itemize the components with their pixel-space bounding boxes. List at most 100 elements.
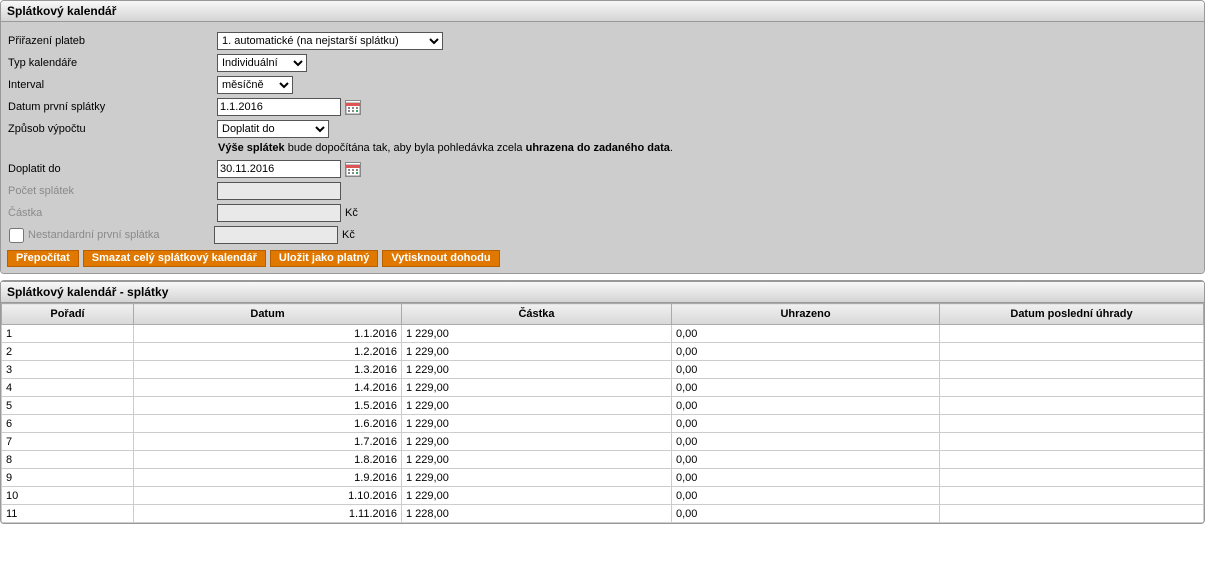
- cell-date: 1.1.2016: [134, 325, 402, 343]
- calendar-icon[interactable]: [345, 100, 361, 115]
- cell-paid: 0,00: [672, 361, 940, 379]
- nonstandard-first-amount-input: [214, 226, 338, 244]
- cell-order: 5: [2, 397, 134, 415]
- row-payment-assignment: Přiřazení plateb 1. automatické (na nejs…: [7, 32, 1198, 50]
- panel-body: Přiřazení plateb 1. automatické (na nejs…: [1, 22, 1204, 273]
- currency-unit: Kč: [345, 207, 358, 219]
- cell-amount: 1 229,00: [402, 325, 672, 343]
- delete-schedule-button[interactable]: Smazat celý splátkový kalendář: [83, 250, 266, 267]
- cell-order: 3: [2, 361, 134, 379]
- row-nonstandard-first: Nestandardní první splátka Kč: [7, 226, 1198, 244]
- button-bar: Přepočítat Smazat celý splátkový kalendá…: [7, 250, 1198, 267]
- cell-date: 1.4.2016: [134, 379, 402, 397]
- interval-select[interactable]: měsíčně: [217, 76, 293, 94]
- cell-lastpay: [940, 415, 1204, 433]
- cell-amount: 1 228,00: [402, 505, 672, 523]
- cell-lastpay: [940, 433, 1204, 451]
- cell-paid: 0,00: [672, 505, 940, 523]
- cell-order: 4: [2, 379, 134, 397]
- nonstandard-first-checkbox[interactable]: [9, 228, 24, 243]
- cell-lastpay: [940, 361, 1204, 379]
- table-row[interactable]: 111.11.20161 228,000,00: [2, 505, 1204, 523]
- label-first-date: Datum první splátky: [7, 101, 217, 113]
- cell-order: 1: [2, 325, 134, 343]
- save-as-valid-button[interactable]: Uložit jako platný: [270, 250, 378, 267]
- calendar-type-select[interactable]: Individuální: [217, 54, 307, 72]
- cell-paid: 0,00: [672, 397, 940, 415]
- cell-date: 1.2.2016: [134, 343, 402, 361]
- cell-amount: 1 229,00: [402, 433, 672, 451]
- table-row[interactable]: 41.4.20161 229,000,00: [2, 379, 1204, 397]
- cell-paid: 0,00: [672, 415, 940, 433]
- cell-date: 1.8.2016: [134, 451, 402, 469]
- row-calc-method: Způsob výpočtu Doplatit do: [7, 120, 1198, 138]
- cell-lastpay: [940, 505, 1204, 523]
- cell-order: 7: [2, 433, 134, 451]
- cell-order: 11: [2, 505, 134, 523]
- cell-date: 1.5.2016: [134, 397, 402, 415]
- table-row[interactable]: 21.2.20161 229,000,00: [2, 343, 1204, 361]
- cell-paid: 0,00: [672, 487, 940, 505]
- cell-order: 9: [2, 469, 134, 487]
- recalculate-button[interactable]: Přepočítat: [7, 250, 79, 267]
- cell-amount: 1 229,00: [402, 379, 672, 397]
- table-row[interactable]: 61.6.20161 229,000,00: [2, 415, 1204, 433]
- first-date-input[interactable]: [217, 98, 341, 116]
- row-installment-count: Počet splátek: [7, 182, 1198, 200]
- col-header-order: Pořadí: [2, 304, 134, 325]
- cell-paid: 0,00: [672, 469, 940, 487]
- col-header-lastpay: Datum poslední úhrady: [940, 304, 1204, 325]
- cell-lastpay: [940, 343, 1204, 361]
- row-calendar-type: Typ kalendáře Individuální: [7, 54, 1198, 72]
- cell-paid: 0,00: [672, 451, 940, 469]
- cell-date: 1.10.2016: [134, 487, 402, 505]
- row-pay-by: Doplatit do: [7, 160, 1198, 178]
- cell-date: 1.6.2016: [134, 415, 402, 433]
- installments-panel: Splátkový kalendář - splátky Pořadí Datu…: [0, 280, 1205, 524]
- label-payment-assignment: Přiřazení plateb: [7, 35, 217, 47]
- calc-method-select[interactable]: Doplatit do: [217, 120, 329, 138]
- pay-by-input[interactable]: [217, 160, 341, 178]
- table-row[interactable]: 31.3.20161 229,000,00: [2, 361, 1204, 379]
- col-header-amount: Částka: [402, 304, 672, 325]
- row-amount: Částka Kč: [7, 204, 1198, 222]
- label-interval: Interval: [7, 79, 217, 91]
- table-row[interactable]: 101.10.20161 229,000,00: [2, 487, 1204, 505]
- table-row[interactable]: 51.5.20161 229,000,00: [2, 397, 1204, 415]
- payment-assignment-select[interactable]: 1. automatické (na nejstarší splátku): [217, 32, 443, 50]
- col-header-date: Datum: [134, 304, 402, 325]
- calendar-icon[interactable]: [345, 162, 361, 177]
- schedule-settings-panel: Splátkový kalendář Přiřazení plateb 1. a…: [0, 0, 1205, 274]
- col-header-paid: Uhrazeno: [672, 304, 940, 325]
- cell-order: 2: [2, 343, 134, 361]
- calc-method-description: Výše splátek bude dopočítána tak, aby by…: [7, 142, 1198, 154]
- cell-amount: 1 229,00: [402, 469, 672, 487]
- installment-count-input: [217, 182, 341, 200]
- label-amount: Částka: [7, 207, 217, 219]
- cell-order: 8: [2, 451, 134, 469]
- currency-unit: Kč: [342, 229, 355, 241]
- label-calendar-type: Typ kalendáře: [7, 57, 217, 69]
- cell-amount: 1 229,00: [402, 415, 672, 433]
- table-row[interactable]: 71.7.20161 229,000,00: [2, 433, 1204, 451]
- cell-paid: 0,00: [672, 325, 940, 343]
- label-installment-count: Počet splátek: [7, 185, 217, 197]
- cell-amount: 1 229,00: [402, 487, 672, 505]
- cell-lastpay: [940, 451, 1204, 469]
- cell-paid: 0,00: [672, 433, 940, 451]
- cell-amount: 1 229,00: [402, 397, 672, 415]
- table-row[interactable]: 81.8.20161 229,000,00: [2, 451, 1204, 469]
- cell-amount: 1 229,00: [402, 451, 672, 469]
- cell-paid: 0,00: [672, 343, 940, 361]
- table-row[interactable]: 91.9.20161 229,000,00: [2, 469, 1204, 487]
- cell-date: 1.7.2016: [134, 433, 402, 451]
- cell-amount: 1 229,00: [402, 343, 672, 361]
- print-agreement-button[interactable]: Vytisknout dohodu: [382, 250, 499, 267]
- label-pay-by: Doplatit do: [7, 163, 217, 175]
- cell-order: 10: [2, 487, 134, 505]
- row-first-date: Datum první splátky: [7, 98, 1198, 116]
- cell-date: 1.9.2016: [134, 469, 402, 487]
- cell-paid: 0,00: [672, 379, 940, 397]
- row-interval: Interval měsíčně: [7, 76, 1198, 94]
- table-row[interactable]: 11.1.20161 229,000,00: [2, 325, 1204, 343]
